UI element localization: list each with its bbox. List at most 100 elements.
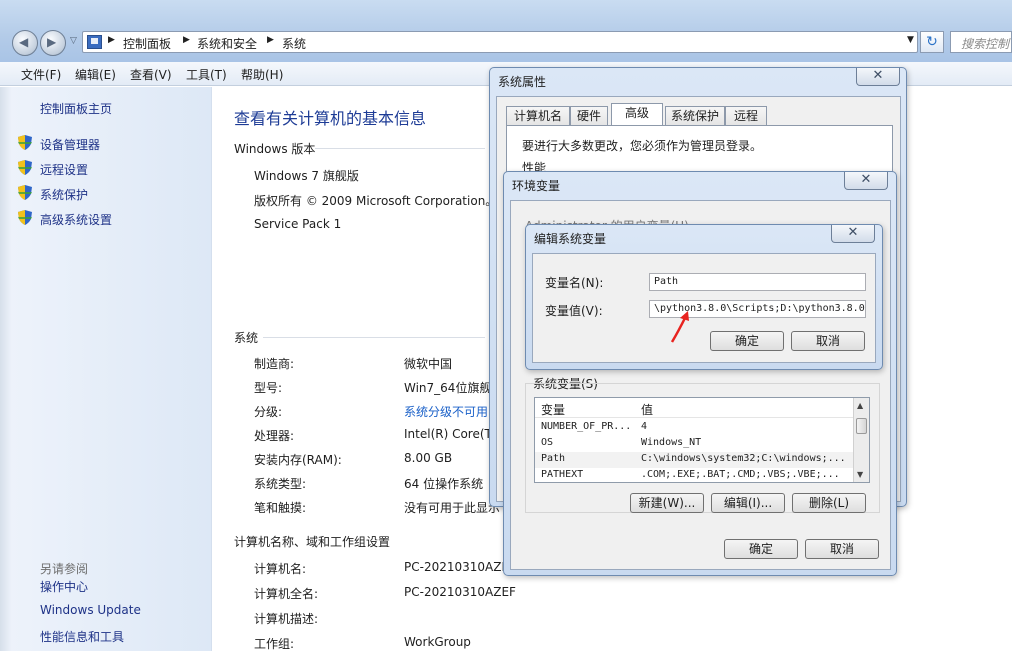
dialog-title: 编辑系统变量 bbox=[534, 232, 607, 246]
var-value: Windows_NT bbox=[641, 437, 702, 448]
search-placeholder: 搜索控制 bbox=[961, 37, 1010, 51]
remote-settings-link[interactable]: 远程设置 bbox=[40, 161, 88, 178]
variable-name-label: 变量名(N): bbox=[545, 276, 604, 290]
device-manager-link[interactable]: 设备管理器 bbox=[40, 136, 100, 153]
close-icon: ✕ bbox=[847, 225, 859, 240]
new-variable-button[interactable]: 新建(W)... bbox=[630, 493, 704, 513]
var-name: NUMBER_OF_PR... bbox=[541, 421, 632, 432]
list-header: 变量 值 bbox=[535, 398, 853, 418]
breadcrumb-control-panel[interactable]: 控制面板 bbox=[123, 35, 171, 52]
processor-label: 处理器: bbox=[254, 429, 295, 443]
edit-system-variable-dialog: 编辑系统变量 ✕ 变量名(N): Path 变量值(V): \python3.8… bbox=[525, 224, 883, 370]
performance-tools-link[interactable]: 性能信息和工具 bbox=[40, 628, 124, 645]
model-value: Win7_64位旗舰 bbox=[404, 381, 492, 395]
left-pane: 控制面板主页 设备管理器 远程设置 系统保护 高级系统设置 另请参阅 操作中心 … bbox=[0, 87, 212, 651]
scroll-down-icon[interactable]: ▼ bbox=[857, 470, 863, 479]
workgroup-label: 工作组: bbox=[254, 637, 295, 651]
delete-variable-button[interactable]: 删除(L) bbox=[792, 493, 866, 513]
computer-name-label: 计算机名: bbox=[254, 562, 307, 576]
menu-view[interactable]: 查看(V) bbox=[130, 66, 172, 83]
edit-variable-button[interactable]: 编辑(I)... bbox=[711, 493, 785, 513]
column-variable[interactable]: 变量 bbox=[541, 401, 565, 418]
search-input[interactable]: 搜索控制 bbox=[950, 31, 1012, 53]
system-type-label: 系统类型: bbox=[254, 477, 307, 491]
control-panel-home-link[interactable]: 控制面板主页 bbox=[40, 100, 112, 117]
shield-icon bbox=[18, 135, 32, 150]
chevron-right-icon[interactable]: ▶ bbox=[108, 35, 115, 45]
cancel-button[interactable]: 取消 bbox=[791, 331, 865, 351]
shield-icon bbox=[18, 210, 32, 225]
recent-pages-chevron-icon[interactable]: ▽ bbox=[70, 36, 77, 46]
rating-label: 分级: bbox=[254, 405, 283, 419]
page-title: 查看有关计算机的基本信息 bbox=[234, 109, 427, 128]
pen-touch-label: 笔和触摸: bbox=[254, 501, 307, 515]
close-icon: ✕ bbox=[872, 68, 884, 83]
variable-value-label: 变量值(V): bbox=[545, 304, 603, 318]
ram-label: 安装内存(RAM): bbox=[254, 453, 342, 467]
full-name-value: PC-20210310AZEF bbox=[404, 585, 516, 599]
address-bar[interactable]: ▶ 控制面板 ▶ 系统和安全 ▶ 系统 bbox=[82, 31, 918, 53]
action-center-link[interactable]: 操作中心 bbox=[40, 578, 88, 595]
edition-name: Windows 7 旗舰版 bbox=[254, 169, 359, 183]
table-row[interactable]: NUMBER_OF_PR... 4 bbox=[535, 420, 853, 436]
var-name: Path bbox=[541, 453, 566, 464]
explorer-titlebar: ◀ ▶ ▽ ▶ 控制面板 ▶ 系统和安全 ▶ 系统 ▼ ↻ 搜索控制 bbox=[0, 0, 1012, 62]
shield-icon bbox=[18, 185, 32, 200]
ok-button[interactable]: 确定 bbox=[724, 539, 798, 559]
shield-icon bbox=[18, 160, 32, 175]
control-panel-icon bbox=[87, 35, 102, 49]
chevron-right-icon[interactable]: ▶ bbox=[267, 35, 274, 45]
column-value[interactable]: 值 bbox=[641, 401, 653, 418]
variable-name-value: Path bbox=[654, 276, 679, 287]
service-pack: Service Pack 1 bbox=[254, 217, 342, 231]
system-section-title: 系统 bbox=[234, 331, 259, 345]
window-edge bbox=[0, 87, 12, 651]
tab-advanced[interactable]: 高级 bbox=[611, 103, 663, 126]
table-row[interactable]: OS Windows_NT bbox=[535, 436, 853, 452]
var-value: C:\windows\system32;C:\windows;... bbox=[641, 453, 846, 464]
scroll-thumb[interactable] bbox=[856, 418, 867, 434]
var-name: PATHEXT bbox=[541, 469, 584, 480]
windows-edition-title: Windows 版本 bbox=[234, 142, 316, 156]
address-dropdown-icon[interactable]: ▼ bbox=[907, 35, 914, 45]
cancel-button[interactable]: 取消 bbox=[805, 539, 879, 559]
forward-button[interactable]: ▶ bbox=[40, 30, 66, 56]
refresh-button[interactable]: ↻ bbox=[920, 31, 944, 53]
chevron-right-icon[interactable]: ▶ bbox=[183, 35, 190, 45]
table-row-selected[interactable]: Path C:\windows\system32;C:\windows;... bbox=[535, 452, 853, 468]
var-value: 4 bbox=[641, 421, 648, 432]
back-button[interactable]: ◀ bbox=[12, 30, 38, 56]
advanced-settings-link[interactable]: 高级系统设置 bbox=[40, 211, 112, 228]
close-button[interactable]: ✕ bbox=[844, 172, 888, 190]
divider bbox=[315, 148, 485, 149]
close-icon: ✕ bbox=[860, 172, 872, 187]
forward-arrow-icon: ▶ bbox=[47, 35, 57, 49]
menu-edit[interactable]: 编辑(E) bbox=[75, 66, 116, 83]
dialog-title: 环境变量 bbox=[512, 179, 561, 193]
close-button[interactable]: ✕ bbox=[856, 68, 900, 86]
tab-remote[interactable]: 远程 bbox=[725, 106, 767, 126]
menu-help[interactable]: 帮助(H) bbox=[241, 66, 283, 83]
tab-computer-name[interactable]: 计算机名 bbox=[506, 106, 570, 126]
windows-update-link[interactable]: Windows Update bbox=[40, 603, 141, 617]
menu-tools[interactable]: 工具(T) bbox=[186, 66, 227, 83]
annotation-arrow-icon bbox=[670, 311, 689, 343]
breadcrumb-system-security[interactable]: 系统和安全 bbox=[197, 35, 257, 52]
dialog-title: 系统属性 bbox=[498, 75, 547, 89]
table-row[interactable]: PATHEXT .COM;.EXE;.BAT;.CMD;.VBS;.VBE;..… bbox=[535, 468, 853, 482]
system-vars-list[interactable]: 变量 值 NUMBER_OF_PR... 4 OS Windows_NT Pat… bbox=[534, 397, 870, 483]
variable-name-field[interactable]: Path bbox=[649, 273, 866, 291]
menu-file[interactable]: 文件(F) bbox=[21, 66, 61, 83]
dialog-body: 变量名(N): Path 变量值(V): \python3.8.0\Script… bbox=[532, 253, 876, 363]
ok-button[interactable]: 确定 bbox=[710, 331, 784, 351]
full-name-label: 计算机全名: bbox=[254, 587, 319, 601]
breadcrumb-system[interactable]: 系统 bbox=[282, 35, 306, 52]
back-arrow-icon: ◀ bbox=[19, 35, 29, 49]
tab-hardware[interactable]: 硬件 bbox=[570, 106, 608, 126]
rating-link[interactable]: 系统分级不可用 bbox=[404, 403, 488, 420]
close-button[interactable]: ✕ bbox=[831, 225, 875, 243]
scroll-up-icon[interactable]: ▲ bbox=[857, 401, 863, 410]
tab-system-protection[interactable]: 系统保护 bbox=[665, 106, 725, 126]
system-protection-link[interactable]: 系统保护 bbox=[40, 186, 88, 203]
vertical-scrollbar[interactable]: ▲ ▼ bbox=[853, 398, 869, 482]
